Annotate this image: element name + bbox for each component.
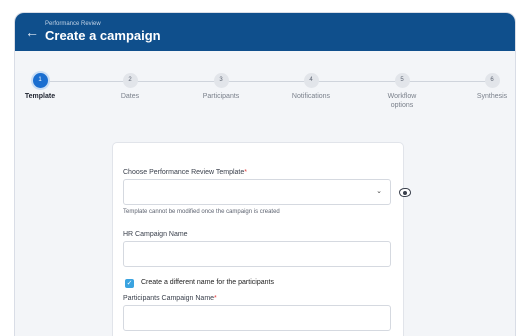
step-label: Dates: [120, 93, 140, 100]
participants-campaign-name-label: Participants Campaign Name*: [123, 295, 217, 302]
step-label: Notifications: [291, 93, 331, 100]
step-notifications[interactable]: 4 Notifications: [276, 73, 346, 101]
top-bar: ← Performance Review Create a campaign: [15, 13, 515, 51]
step-number: 2: [122, 73, 138, 88]
step-number: 3: [213, 73, 229, 88]
step-synthesis[interactable]: 6 Synthesis: [457, 73, 515, 101]
template-label-text: Choose Performance Review Template: [123, 169, 245, 176]
participants-label-text: Participants Campaign Name: [123, 295, 215, 302]
step-workflow-options[interactable]: 5 Workflow options: [367, 73, 437, 110]
chevron-down-icon[interactable]: ⌄: [376, 187, 382, 195]
template-form-card: Choose Performance Review Template* ⌄ Te…: [112, 142, 411, 336]
template-select[interactable]: ⌄: [123, 179, 391, 205]
different-name-checkbox[interactable]: ✓: [125, 279, 134, 288]
step-template[interactable]: 1 Template: [15, 73, 75, 101]
step-label: Participants: [202, 93, 240, 100]
step-label: Template: [24, 93, 56, 100]
step-dates[interactable]: 2 Dates: [95, 73, 165, 101]
header-titles: Performance Review Create a campaign: [45, 21, 161, 44]
breadcrumb[interactable]: Performance Review: [45, 21, 161, 28]
participants-campaign-name-input[interactable]: [123, 305, 391, 331]
step-number: 6: [484, 73, 500, 88]
template-field-label: Choose Performance Review Template*: [123, 169, 247, 176]
hr-campaign-name-input[interactable]: [123, 241, 391, 267]
step-participants[interactable]: 3 Participants: [186, 73, 256, 101]
step-label: Workflow options: [387, 93, 417, 109]
different-name-checkbox-label[interactable]: Create a different name for the particip…: [141, 279, 274, 286]
arrow-left-icon[interactable]: ←: [19, 24, 45, 40]
step-label: Synthesis: [476, 93, 508, 100]
campaign-stepper: 1 Template 2 Dates 3 Participants 4 Noti…: [15, 51, 515, 131]
required-mark: *: [214, 295, 217, 302]
required-mark: *: [244, 169, 247, 176]
step-number: 5: [394, 73, 410, 88]
step-number: 1: [32, 73, 48, 88]
hr-campaign-name-label: HR Campaign Name: [123, 231, 188, 238]
step-number: 4: [303, 73, 319, 88]
template-hint: Template cannot be modified once the cam…: [123, 209, 280, 215]
eye-icon[interactable]: [399, 188, 411, 197]
page-title: Create a campaign: [45, 27, 161, 43]
